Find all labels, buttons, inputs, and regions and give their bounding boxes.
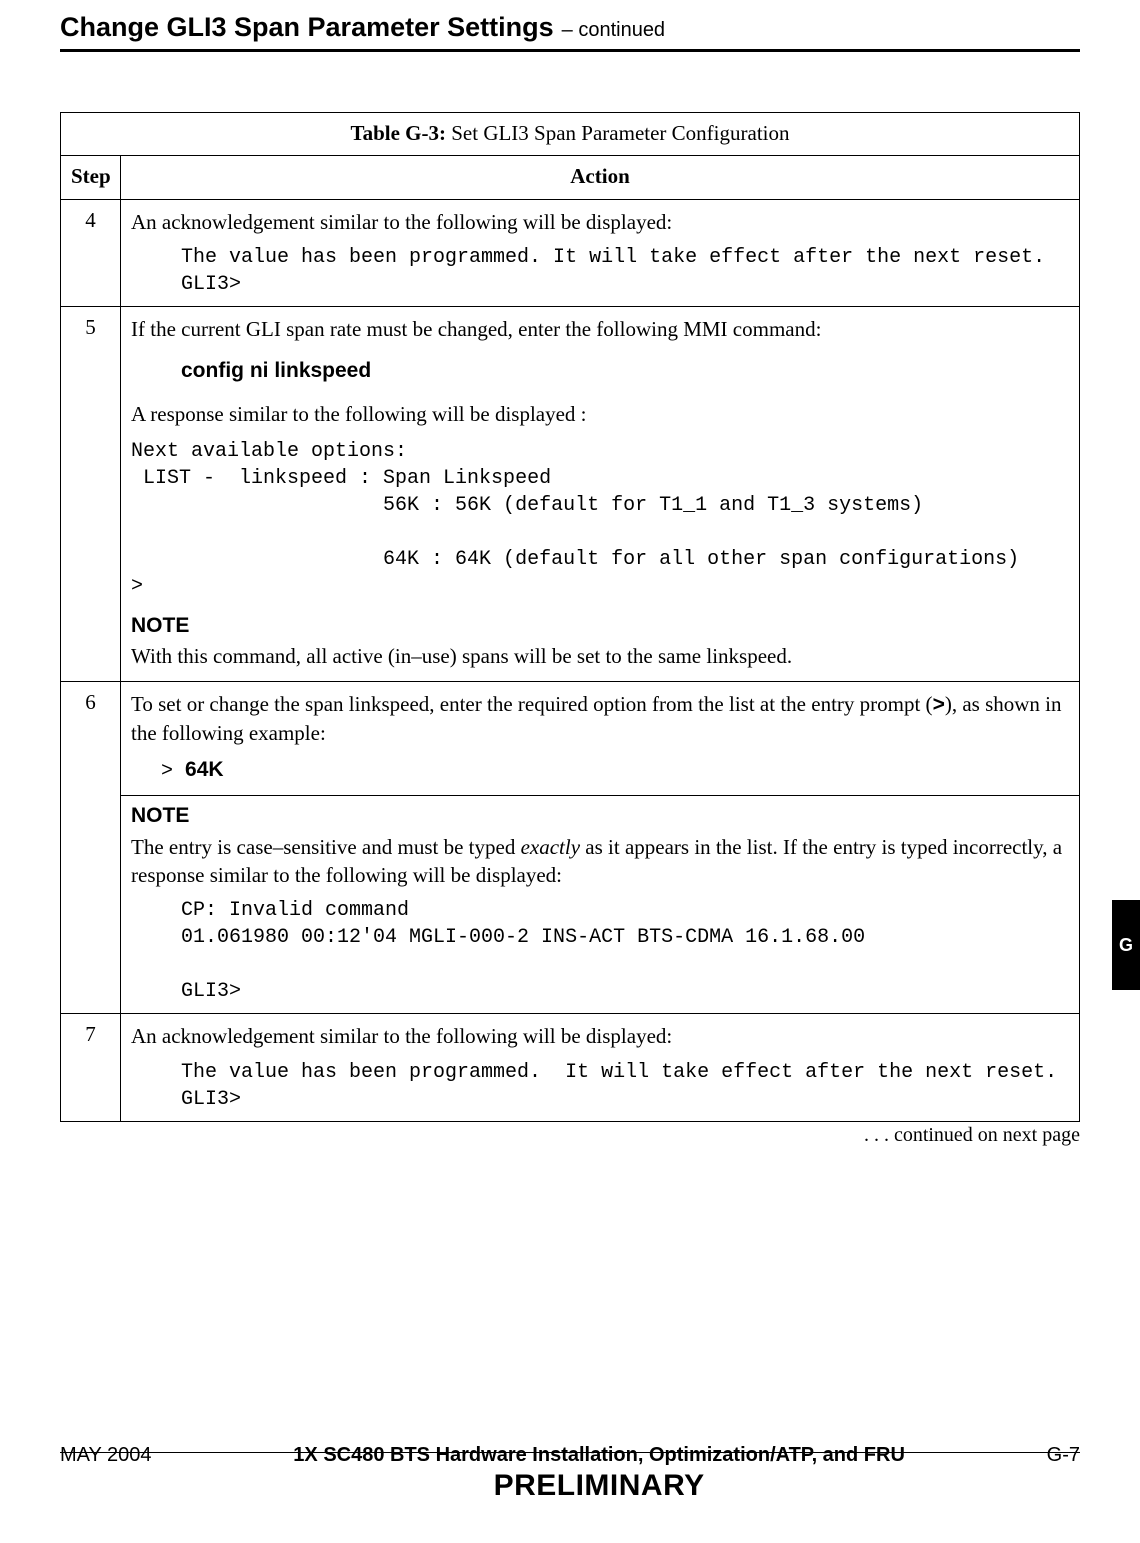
step6-note-a: The entry is case–sensitive and must be … <box>131 835 521 859</box>
step-number: 4 <box>61 199 121 306</box>
tab-block-bottom <box>1112 960 1140 990</box>
table-row: 4 An acknowledgement similar to the foll… <box>61 199 1080 306</box>
tab-label: G <box>1112 930 1140 960</box>
step4-code: The value has been programmed. It will t… <box>181 244 1069 298</box>
step-action: If the current GLI span rate must be cha… <box>121 307 1080 682</box>
continued-on-next-page: . . . continued on next page <box>60 1124 1080 1147</box>
step6-note-block: NOTE The entry is case–sensitive and mus… <box>121 795 1079 1005</box>
page-footer: MAY 2004 1X SC480 BTS Hardware Installat… <box>60 1444 1080 1503</box>
footer-doc-title: 1X SC480 BTS Hardware Installation, Opti… <box>152 1444 1047 1467</box>
step-action: An acknowledgement similar to the follow… <box>121 199 1080 306</box>
step5-code: Next available options: LIST - linkspeed… <box>131 438 1069 600</box>
step5-text1: If the current GLI span rate must be cha… <box>131 315 1069 343</box>
table-row: 5 If the current GLI span rate must be c… <box>61 307 1080 682</box>
step7-text: An acknowledgement similar to the follow… <box>131 1022 1069 1050</box>
footer-preliminary: PRELIMINARY <box>152 1469 1047 1503</box>
footer-date: MAY 2004 <box>60 1444 152 1467</box>
step7-code: The value has been programmed. It will t… <box>181 1059 1069 1113</box>
step6-code: CP: Invalid command 01.061980 00:12'04 M… <box>181 897 1069 1005</box>
step6-prompt-value: 64K <box>185 758 224 781</box>
step6-prompt-line: > 64K <box>161 755 1069 785</box>
table-row: 6 To set or change the span linkspeed, e… <box>61 681 1080 1014</box>
heading-title: Change GLI3 Span Parameter Settings <box>60 12 554 43</box>
step5-note-body: With this command, all active (in–use) s… <box>131 642 1069 670</box>
section-tab: G <box>1112 900 1140 990</box>
step5-command: config ni linkspeed <box>181 357 1069 385</box>
table-caption-rest: Set GLI3 Span Parameter Configuration <box>446 121 790 145</box>
table-row: 7 An acknowledgement similar to the foll… <box>61 1014 1080 1121</box>
span-config-table: Table G-3: Set GLI3 Span Parameter Confi… <box>60 112 1080 1122</box>
col-header-step: Step <box>61 156 121 199</box>
step-action: An acknowledgement similar to the follow… <box>121 1014 1080 1121</box>
step-action: To set or change the span linkspeed, ent… <box>121 681 1080 1014</box>
step-number: 5 <box>61 307 121 682</box>
step5-note-head: NOTE <box>131 612 1069 640</box>
step6-text1: To set or change the span linkspeed, ent… <box>131 690 1069 748</box>
col-header-action: Action <box>121 156 1080 199</box>
step6-note-em: exactly <box>521 835 580 859</box>
step6-note-head: NOTE <box>131 802 1069 830</box>
step4-text: An acknowledgement similar to the follow… <box>131 208 1069 236</box>
step6-prompt-symbol: > <box>161 760 185 783</box>
step-number: 7 <box>61 1014 121 1121</box>
step-number: 6 <box>61 681 121 1014</box>
tab-block-top <box>1112 900 1140 930</box>
step6-note-body: The entry is case–sensitive and must be … <box>131 833 1069 890</box>
footer-page-number: G-7 <box>1047 1444 1080 1467</box>
table-caption: Table G-3: Set GLI3 Span Parameter Confi… <box>61 113 1080 156</box>
footer-center: 1X SC480 BTS Hardware Installation, Opti… <box>152 1444 1047 1503</box>
heading-continued: – continued <box>562 19 665 42</box>
page-heading: Change GLI3 Span Parameter Settings – co… <box>60 12 1080 52</box>
step5-text2: A response similar to the following will… <box>131 400 1069 428</box>
step6-text1a: To set or change the span linkspeed, ent… <box>131 692 933 716</box>
step6-prompt-char: > <box>933 693 945 716</box>
table-caption-prefix: Table G-3: <box>351 121 446 145</box>
